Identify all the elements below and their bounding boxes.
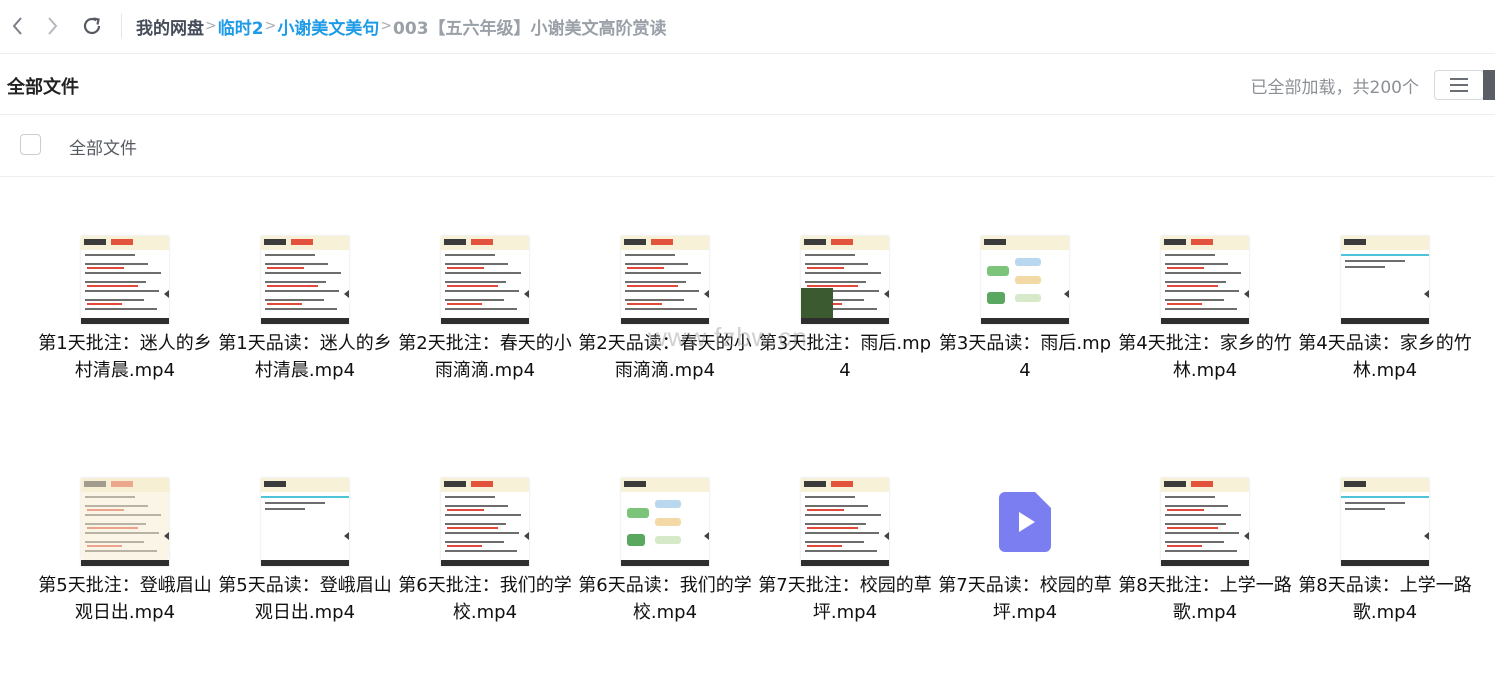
video-preview-slide: [261, 236, 349, 324]
file-thumbnail[interactable]: [431, 477, 539, 567]
breadcrumb-item-folder[interactable]: 小谢美文美句: [277, 14, 379, 39]
video-preview-slide: [801, 236, 889, 324]
file-name[interactable]: 第7天品读：校园的草坪.mp4: [935, 572, 1115, 626]
watermark-text: www.fzbw.cn: [648, 322, 808, 352]
breadcrumb-item-current: 003【五六年级】小谢美文高阶赏读: [393, 18, 667, 39]
file-item[interactable]: 第8天品读：上学一路歌.mp4: [1295, 420, 1475, 623]
file-item[interactable]: 第3天品读：雨后.mp4: [935, 178, 1115, 381]
video-preview-slide: [981, 236, 1069, 324]
video-preview-slide: [1161, 478, 1249, 566]
breadcrumb-separator: >: [380, 18, 393, 34]
breadcrumb-item-root[interactable]: 我的网盘: [136, 14, 204, 39]
refresh-icon[interactable]: [78, 12, 106, 40]
file-item[interactable]: 第1天品读：迷人的乡村清晨.mp4: [215, 178, 395, 381]
file-name[interactable]: 第3天品读：雨后.mp4: [935, 330, 1115, 384]
video-preview-slide: [261, 478, 349, 566]
file-name[interactable]: 第6天品读：我们的学校.mp4: [575, 572, 755, 626]
file-thumbnail[interactable]: [971, 477, 1079, 567]
file-name[interactable]: 第4天批注：家乡的竹林.mp4: [1115, 330, 1295, 384]
file-thumbnail[interactable]: [1331, 477, 1439, 567]
video-preview-slide: [81, 478, 169, 566]
file-item[interactable]: 第6天批注：我们的学校.mp4: [395, 420, 575, 623]
file-name[interactable]: 第8天批注：上学一路歌.mp4: [1115, 572, 1295, 626]
top-bar: 我的网盘 > 临时2 > 小谢美文美句 > 003【五六年级】小谢美文高阶赏读: [0, 0, 1495, 54]
breadcrumb-item-temp[interactable]: 临时2: [218, 14, 264, 39]
video-file-icon: [999, 492, 1051, 552]
side-panel-edge[interactable]: [1483, 70, 1495, 100]
file-thumbnail[interactable]: [791, 477, 899, 567]
breadcrumb: 我的网盘 > 临时2 > 小谢美文美句 > 003【五六年级】小谢美文高阶赏读: [136, 14, 667, 39]
file-item[interactable]: 第4天批注：家乡的竹林.mp4: [1115, 178, 1295, 381]
file-item[interactable]: 第5天品读：登峨眉山观日出.mp4: [215, 420, 395, 623]
file-item[interactable]: 第4天品读：家乡的竹林.mp4: [1295, 178, 1475, 381]
video-preview-slide: [1161, 236, 1249, 324]
file-thumbnail[interactable]: [1151, 477, 1259, 567]
video-preview-slide: [621, 236, 709, 324]
chevron-right-icon[interactable]: [38, 12, 66, 40]
file-name[interactable]: 第7天批注：校园的草坪.mp4: [755, 572, 935, 626]
breadcrumb-separator: >: [205, 18, 217, 34]
file-item[interactable]: 第1天批注：迷人的乡村清晨.mp4: [35, 178, 215, 381]
breadcrumb-separator: >: [264, 18, 277, 34]
video-preview-slide: [801, 478, 889, 566]
file-name[interactable]: 第1天批注：迷人的乡村清晨.mp4: [35, 330, 215, 384]
file-name[interactable]: 第4天品读：家乡的竹林.mp4: [1295, 330, 1475, 384]
file-thumbnail[interactable]: [251, 235, 359, 325]
divider: [121, 14, 122, 38]
video-preview-slide: [441, 478, 529, 566]
list-header: 全部文件: [0, 116, 1495, 177]
file-item[interactable]: 第7天品读：校园的草坪.mp4: [935, 420, 1115, 623]
file-thumbnail[interactable]: [251, 477, 359, 567]
file-item[interactable]: 第6天品读：我们的学校.mp4: [575, 420, 755, 623]
list-view-icon[interactable]: [1434, 70, 1484, 100]
video-preview-slide: [621, 478, 709, 566]
file-name[interactable]: 第2天批注：春天的小雨滴滴.mp4: [395, 330, 575, 384]
file-name[interactable]: 第8天品读：上学一路歌.mp4: [1295, 572, 1475, 626]
file-thumbnail[interactable]: [431, 235, 539, 325]
file-thumbnail[interactable]: [71, 235, 179, 325]
video-preview-slide: [1341, 236, 1429, 324]
file-item[interactable]: 第2天批注：春天的小雨滴滴.mp4: [395, 178, 575, 381]
file-name[interactable]: 第5天批注：登峨眉山观日出.mp4: [35, 572, 215, 626]
select-all-checkbox[interactable]: [20, 134, 41, 155]
list-header-label: 全部文件: [69, 139, 137, 159]
chevron-left-icon[interactable]: [4, 12, 32, 40]
file-thumbnail[interactable]: [791, 235, 899, 325]
file-thumbnail[interactable]: [971, 235, 1079, 325]
load-status: 已全部加载，共200个: [1250, 78, 1419, 98]
file-item[interactable]: 第7天批注：校园的草坪.mp4: [755, 420, 935, 623]
file-grid: 第1天批注：迷人的乡村清晨.mp4 第1天品读：迷人的乡村清晨.mp4 第2天批注：…: [0, 178, 1495, 676]
file-name[interactable]: 第1天品读：迷人的乡村清晨.mp4: [215, 330, 395, 384]
file-thumbnail[interactable]: [71, 477, 179, 567]
file-thumbnail[interactable]: [611, 477, 719, 567]
file-thumbnail[interactable]: [1151, 235, 1259, 325]
file-name[interactable]: 第5天品读：登峨眉山观日出.mp4: [215, 572, 395, 626]
file-name[interactable]: 第6天批注：我们的学校.mp4: [395, 572, 575, 626]
video-preview-slide: [1341, 478, 1429, 566]
files-header: 全部文件 已全部加载，共200个: [0, 54, 1495, 115]
file-thumbnail[interactable]: [1331, 235, 1439, 325]
file-thumbnail[interactable]: [611, 235, 719, 325]
file-item[interactable]: 第8天批注：上学一路歌.mp4: [1115, 420, 1295, 623]
page-title: 全部文件: [7, 77, 79, 98]
video-preview-slide: [81, 236, 169, 324]
file-item[interactable]: 第5天批注：登峨眉山观日出.mp4: [35, 420, 215, 623]
video-preview-slide: [441, 236, 529, 324]
